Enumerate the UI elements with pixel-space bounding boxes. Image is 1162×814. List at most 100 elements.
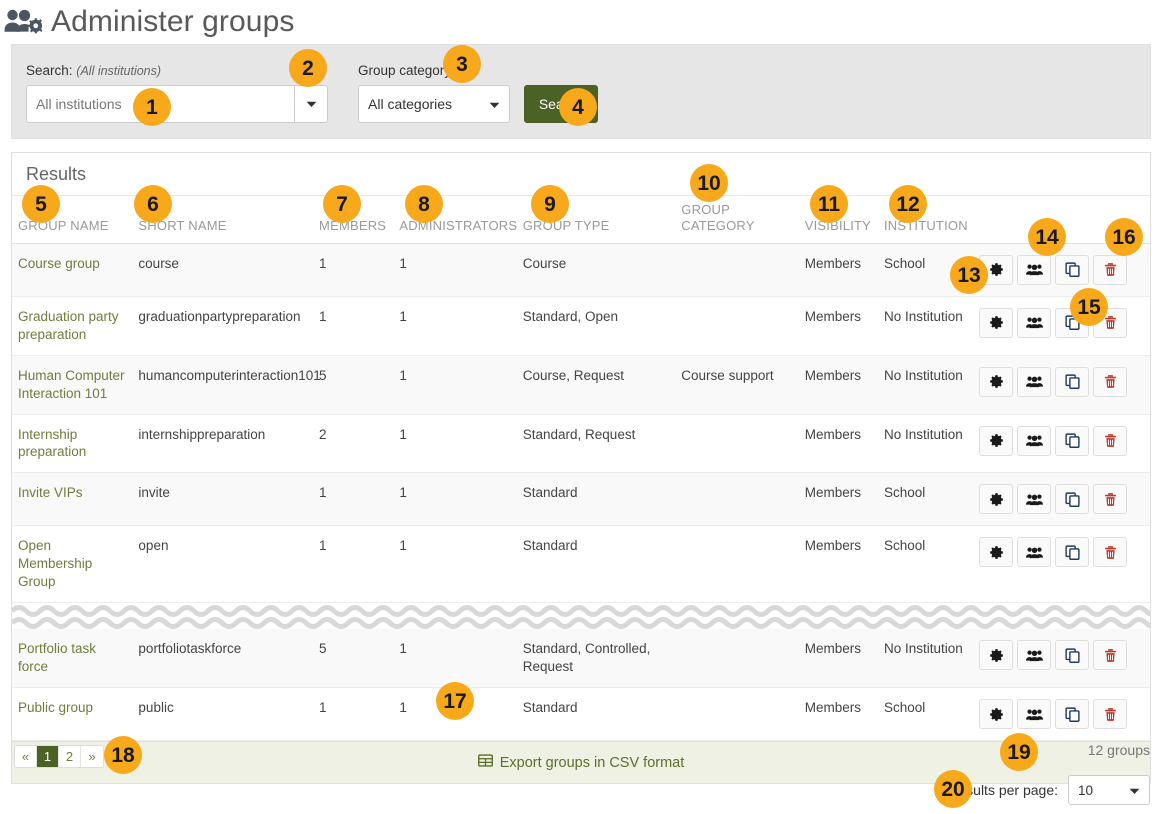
group-visibility: Members	[798, 243, 878, 297]
callout-badge-9: 9	[531, 185, 569, 223]
group-administrators: 1	[393, 629, 517, 689]
group-administrators: 1	[393, 472, 517, 527]
gear-icon[interactable]	[979, 699, 1014, 730]
gear-icon[interactable]	[979, 307, 1014, 338]
table-row: Invite VIPs invite 1 1 Standard Members …	[12, 472, 1150, 527]
callout-badge-1: 1	[133, 88, 171, 126]
table-row: Public group public 1 1 Standard Members…	[12, 687, 1150, 742]
users-icon[interactable]	[1017, 640, 1052, 671]
users-icon[interactable]	[1017, 307, 1052, 338]
callout-badge-14: 14	[1028, 218, 1066, 256]
copy-icon[interactable]	[1055, 484, 1090, 515]
row-actions	[979, 254, 1144, 285]
copy-icon[interactable]	[1055, 366, 1090, 397]
group-category	[675, 414, 799, 474]
gear-icon[interactable]	[979, 484, 1014, 515]
export-csv-link[interactable]: Export groups in CSV format	[477, 753, 684, 772]
pagination-last[interactable]: »	[81, 746, 103, 767]
group-name-link[interactable]: Course group	[18, 256, 100, 271]
institution-dropdown-toggle[interactable]	[294, 85, 328, 124]
table-row: Internship preparation internshipprepara…	[12, 414, 1150, 474]
group-visibility: Members	[798, 687, 878, 742]
group-name-link[interactable]: Open Membership Group	[18, 538, 92, 589]
group-type: Standard, Controlled, Request	[516, 629, 676, 689]
group-type: Course	[516, 243, 676, 297]
callout-badge-17: 17	[436, 682, 474, 720]
callout-badge-2: 2	[289, 49, 327, 87]
gear-icon[interactable]	[979, 640, 1014, 671]
admin-groups-page: Administer groups Search: (All instituti…	[0, 0, 1162, 814]
users-icon[interactable]	[1017, 366, 1052, 397]
callout-badge-13: 13	[950, 256, 988, 294]
chevron-down-icon	[489, 96, 500, 112]
group-name-link[interactable]: Human Computer Interaction 101	[18, 368, 125, 401]
pagination-page-1[interactable]: 1	[37, 746, 59, 767]
chevron-down-icon	[306, 95, 317, 113]
group-members: 2	[313, 414, 394, 474]
group-administrators: 1	[393, 243, 517, 297]
group-short-name: public	[132, 687, 314, 742]
gear-icon[interactable]	[979, 366, 1014, 397]
group-administrators: 1	[393, 525, 517, 604]
results-per-page-select[interactable]: 10	[1068, 775, 1150, 805]
pagination-page-2[interactable]: 2	[59, 746, 81, 767]
group-category-select[interactable]: All categories	[358, 85, 510, 124]
gear-icon[interactable]	[979, 537, 1014, 568]
group-short-name: open	[132, 525, 314, 604]
callout-badge-3: 3	[443, 45, 481, 83]
callout-badge-4: 4	[559, 88, 597, 126]
table-header-row: GROUP NAME SHORT NAME MEMBERS ADMINISTRA…	[12, 196, 1150, 244]
group-short-name: humancomputerinteraction101	[132, 355, 321, 415]
group-visibility: Members	[798, 296, 878, 356]
page-title-text: Administer groups	[51, 5, 295, 38]
chevron-down-icon	[1129, 783, 1140, 798]
trash-icon[interactable]	[1093, 699, 1128, 730]
copy-icon[interactable]	[1055, 254, 1090, 285]
copy-icon[interactable]	[1055, 537, 1090, 568]
trash-icon[interactable]	[1093, 425, 1128, 456]
group-members: 1	[313, 472, 394, 527]
group-category	[675, 629, 799, 689]
group-visibility: Members	[798, 472, 878, 527]
pagination: « 1 2 »	[14, 745, 104, 768]
trash-icon[interactable]	[1093, 366, 1128, 397]
callout-badge-11: 11	[810, 185, 848, 223]
results-heading: Results	[12, 153, 1150, 196]
group-category	[675, 243, 799, 297]
trash-icon[interactable]	[1093, 484, 1128, 515]
group-administrators: 1	[393, 296, 517, 356]
users-icon[interactable]	[1017, 425, 1052, 456]
users-icon[interactable]	[1017, 484, 1052, 515]
group-name-link[interactable]: Invite VIPs	[18, 485, 83, 500]
group-name-link[interactable]: Graduation party preparation	[18, 309, 119, 342]
trash-icon[interactable]	[1093, 537, 1128, 568]
group-type: Standard	[516, 525, 676, 604]
row-actions	[979, 537, 1144, 568]
category-field-block: Group category: All categories	[358, 63, 510, 124]
group-type: Standard	[516, 687, 676, 742]
table-cut-separator	[12, 602, 1150, 630]
institution-combobox[interactable]	[26, 85, 328, 124]
results-per-page: Results per page: 10	[948, 775, 1150, 805]
group-category	[675, 525, 799, 604]
group-institution: No Institution	[877, 355, 974, 415]
copy-icon[interactable]	[1055, 699, 1090, 730]
results-count: 12 groups	[1087, 742, 1150, 758]
trash-icon[interactable]	[1093, 254, 1128, 285]
group-category-value: All categories	[368, 96, 453, 113]
pagination-first[interactable]: «	[15, 746, 37, 767]
group-name-link[interactable]: Public group	[18, 700, 93, 715]
col-group-category[interactable]: GROUP CATEGORY	[675, 196, 799, 244]
group-category: Course support	[675, 355, 799, 415]
callout-badge-19: 19	[1000, 733, 1038, 771]
users-icon[interactable]	[1017, 537, 1052, 568]
gear-icon[interactable]	[979, 425, 1014, 456]
trash-icon[interactable]	[1093, 640, 1128, 671]
users-icon[interactable]	[1017, 699, 1052, 730]
copy-icon[interactable]	[1055, 425, 1090, 456]
group-name-link[interactable]: Internship preparation	[18, 427, 86, 460]
group-category-label: Group category:	[358, 63, 455, 78]
copy-icon[interactable]	[1055, 640, 1090, 671]
group-name-link[interactable]: Portfolio task force	[18, 641, 96, 674]
users-icon[interactable]	[1017, 254, 1052, 285]
